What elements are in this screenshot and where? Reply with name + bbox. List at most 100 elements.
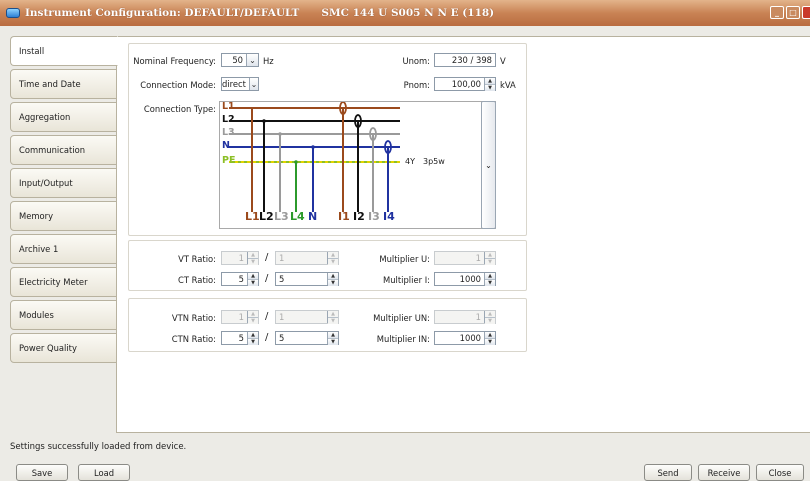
unom-field[interactable]: 230 / 398 bbox=[434, 53, 496, 67]
window-title: Instrument Configuration: DEFAULT/DEFAUL… bbox=[25, 7, 300, 19]
multiplier-in-value: 1000 bbox=[459, 333, 481, 343]
terminal-i1: I1 bbox=[338, 210, 350, 223]
spin-arrows-icon[interactable]: ▲ ▼ bbox=[484, 332, 495, 345]
load-button[interactable]: Load bbox=[78, 464, 130, 481]
ct-ratio-label: CT Ratio: bbox=[178, 275, 216, 285]
multiplier-u-label: Multiplier U: bbox=[379, 254, 430, 264]
device-id: SMC 144 U S005 N N E (118) bbox=[321, 7, 495, 19]
tab-modules[interactable]: Modules bbox=[10, 300, 117, 330]
spin-arrows-icon[interactable]: ▲ ▼ bbox=[247, 332, 258, 345]
spin-arrows-icon[interactable]: ▲ ▼ bbox=[247, 252, 258, 265]
pnom-label: Pnom: bbox=[403, 80, 430, 90]
terminal-n: N bbox=[308, 210, 318, 223]
nominal-frequency-select[interactable]: 50 ⌄ bbox=[221, 53, 259, 67]
vt-secondary-value: 1 bbox=[279, 253, 285, 263]
pnom-unit: kVA bbox=[500, 80, 516, 90]
chevron-down-icon[interactable]: ⌄ bbox=[246, 54, 258, 66]
line-label-n: N bbox=[222, 140, 230, 151]
ratio-separator: / bbox=[265, 252, 269, 263]
multiplier-u-value: 1 bbox=[475, 253, 481, 263]
spin-arrows-icon[interactable]: ▲ ▼ bbox=[484, 78, 495, 91]
spin-arrows-icon[interactable]: ▲ ▼ bbox=[327, 311, 338, 324]
spin-arrows-icon[interactable]: ▲ ▼ bbox=[484, 252, 495, 265]
terminal-l4: L4 bbox=[290, 210, 305, 223]
spin-arrows-icon[interactable]: ▲ ▼ bbox=[247, 311, 258, 324]
tab-power-quality[interactable]: Power Quality bbox=[10, 333, 117, 363]
minimize-icon[interactable]: _ bbox=[770, 6, 784, 19]
multiplier-un-spinbox[interactable]: 1 ▲ ▼ bbox=[434, 310, 496, 324]
multiplier-i-value: 1000 bbox=[459, 274, 481, 284]
app-icon bbox=[6, 8, 20, 18]
terminal-l3: L3 bbox=[274, 210, 289, 223]
close-button-label: Close bbox=[768, 467, 792, 478]
ctn-primary-value: 5 bbox=[238, 333, 244, 343]
maximize-icon[interactable]: □ bbox=[786, 6, 800, 19]
line-label-l3: L3 bbox=[222, 127, 235, 138]
ct-secondary-value: 5 bbox=[279, 274, 285, 284]
spin-arrows-icon[interactable]: ▲ ▼ bbox=[484, 311, 495, 324]
receive-button[interactable]: Receive bbox=[698, 464, 750, 481]
connection-type-label: Connection Type: bbox=[143, 104, 216, 114]
tab-communication[interactable]: Communication bbox=[10, 135, 117, 165]
receive-button-label: Receive bbox=[707, 467, 741, 478]
ctn-ratio-label: CTN Ratio: bbox=[171, 334, 216, 344]
send-button-label: Send bbox=[657, 467, 679, 478]
ctn-primary-spinbox[interactable]: 5 ▲ ▼ bbox=[221, 331, 259, 345]
ratio-separator: / bbox=[265, 311, 269, 322]
tab-memory[interactable]: Memory bbox=[10, 201, 117, 231]
tab-aggregation[interactable]: Aggregation bbox=[10, 102, 117, 132]
chevron-down-icon: ⌄ bbox=[485, 160, 492, 170]
chevron-down-icon[interactable]: ⌄ bbox=[248, 78, 258, 90]
ctn-secondary-spinbox[interactable]: 5 ▲ ▼ bbox=[275, 331, 339, 345]
line-label-pe: PE bbox=[222, 155, 236, 166]
multiplier-in-spinbox[interactable]: 1000 ▲ ▼ bbox=[434, 331, 496, 345]
multiplier-i-spinbox[interactable]: 1000 ▲ ▼ bbox=[434, 272, 496, 286]
tab-archive-1[interactable]: Archive 1 bbox=[10, 234, 117, 264]
vtn-primary-spinbox[interactable]: 1 ▲ ▼ bbox=[221, 310, 259, 324]
terminal-l2: L2 bbox=[259, 210, 274, 223]
spin-arrows-icon[interactable]: ▲ ▼ bbox=[247, 273, 258, 286]
nominal-frequency-label: Nominal Frequency: bbox=[133, 56, 216, 66]
vt-ratio-label: VT Ratio: bbox=[178, 254, 216, 264]
vt-primary-spinbox[interactable]: 1 ▲ ▼ bbox=[221, 251, 259, 265]
tab-input-output[interactable]: Input/Output bbox=[10, 168, 117, 198]
save-button[interactable]: Save bbox=[16, 464, 68, 481]
vtn-secondary-spinbox[interactable]: 1 ▲ ▼ bbox=[275, 310, 339, 324]
connection-mode-select[interactable]: direct ⌄ bbox=[221, 77, 259, 91]
close-icon[interactable] bbox=[802, 6, 810, 19]
spin-arrows-icon[interactable]: ▲ ▼ bbox=[484, 273, 495, 286]
close-button[interactable]: Close bbox=[756, 464, 804, 481]
send-button[interactable]: Send bbox=[644, 464, 692, 481]
spin-arrows-icon[interactable]: ▲ ▼ bbox=[327, 252, 338, 265]
connection-type-name: 3p5w bbox=[423, 157, 445, 166]
ct-secondary-spinbox[interactable]: 5 ▲ ▼ bbox=[275, 272, 339, 286]
pnom-spinbox[interactable]: 100,00 ▲ ▼ bbox=[434, 77, 496, 91]
ctn-secondary-value: 5 bbox=[279, 333, 285, 343]
title-bar: Instrument Configuration: DEFAULT/DEFAUL… bbox=[0, 0, 810, 26]
multiplier-un-value: 1 bbox=[475, 312, 481, 322]
frequency-unit: Hz bbox=[263, 56, 274, 66]
vt-primary-value: 1 bbox=[238, 253, 244, 263]
line-label-l2: L2 bbox=[222, 114, 235, 125]
spin-arrows-icon[interactable]: ▲ ▼ bbox=[327, 332, 338, 345]
tab-install[interactable]: Install bbox=[10, 36, 118, 66]
connection-type-dropdown-button[interactable]: ⌄ bbox=[481, 101, 496, 229]
multiplier-u-spinbox[interactable]: 1 ▲ ▼ bbox=[434, 251, 496, 265]
ratio-separator: / bbox=[265, 332, 269, 343]
tab-electricity-meter[interactable]: Electricity Meter bbox=[10, 267, 117, 297]
vtn-secondary-value: 1 bbox=[279, 312, 285, 322]
terminal-i4: I4 bbox=[383, 210, 395, 223]
connection-mode-label: Connection Mode: bbox=[140, 80, 216, 90]
vt-secondary-spinbox[interactable]: 1 ▲ ▼ bbox=[275, 251, 339, 265]
nominal-frequency-value: 50 bbox=[232, 55, 243, 65]
connection-type-diagram[interactable]: L1 L2 L3 N PE 4Y 3p5w L1 L2 L3 L4 N I1 I… bbox=[219, 101, 496, 229]
multiplier-in-label: Multiplier IN: bbox=[376, 334, 430, 344]
save-button-label: Save bbox=[31, 467, 53, 478]
terminal-i2: I2 bbox=[353, 210, 365, 223]
load-button-label: Load bbox=[93, 467, 115, 478]
ct-primary-spinbox[interactable]: 5 ▲ ▼ bbox=[221, 272, 259, 286]
line-label-l1: L1 bbox=[222, 101, 235, 112]
tab-time-and-date[interactable]: Time and Date bbox=[10, 69, 117, 99]
vtn-ratio-label: VTN Ratio: bbox=[171, 313, 216, 323]
spin-arrows-icon[interactable]: ▲ ▼ bbox=[327, 273, 338, 286]
